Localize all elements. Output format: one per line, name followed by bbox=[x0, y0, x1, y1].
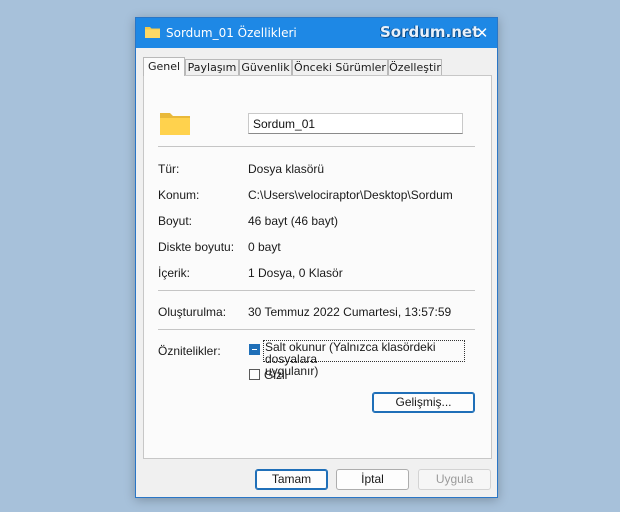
created-value: 30 Temmuz 2022 Cumartesi, 13:57:59 bbox=[248, 305, 452, 319]
size-value: 46 bayt (46 bayt) bbox=[248, 214, 339, 228]
cancel-button[interactable]: İptal bbox=[336, 469, 409, 490]
attributes-label: Öznitelikler: bbox=[158, 344, 221, 358]
type-label: Tür: bbox=[158, 162, 180, 176]
separator bbox=[158, 290, 475, 291]
title-bar[interactable]: Sordum_01 Özellikleri Sordum.net ✕ bbox=[136, 18, 497, 48]
ok-button[interactable]: Tamam bbox=[255, 469, 328, 490]
close-icon: ✕ bbox=[475, 24, 489, 42]
folder-icon bbox=[145, 27, 160, 38]
separator bbox=[158, 146, 475, 147]
size-on-disk-value: 0 bayt bbox=[248, 240, 281, 254]
properties-dialog: Sordum_01 Özellikleri Sordum.net ✕ Genel… bbox=[135, 17, 498, 498]
folder-name-input[interactable] bbox=[248, 113, 463, 134]
general-panel: Tür: Dosya klasörü Konum: C:\Users\veloc… bbox=[143, 75, 492, 459]
location-label: Konum: bbox=[158, 188, 200, 202]
created-label: Oluşturulma: bbox=[158, 305, 227, 319]
readonly-label[interactable]: Salt okunur (Yalnızca klasördeki dosyala… bbox=[263, 340, 465, 377]
readonly-label-line2: uygulanır) bbox=[265, 364, 319, 378]
size-label: Boyut: bbox=[158, 214, 193, 228]
tab-onceki-surumler[interactable]: Önceki Sürümler bbox=[292, 59, 388, 75]
hidden-label[interactable]: Gizli bbox=[264, 369, 287, 381]
folder-icon bbox=[160, 113, 190, 135]
close-button[interactable]: ✕ bbox=[471, 22, 493, 44]
location-value: C:\Users\velociraptor\Desktop\Sordum bbox=[248, 188, 453, 202]
tab-strip: Genel Paylaşım Güvenlik Önceki Sürümler … bbox=[143, 57, 493, 76]
readonly-checkbox[interactable] bbox=[249, 344, 260, 355]
contents-value: 1 Dosya, 0 Klasör bbox=[248, 266, 343, 280]
advanced-button[interactable]: Gelişmiş... bbox=[372, 392, 475, 413]
tab-genel[interactable]: Genel bbox=[143, 57, 185, 76]
window-title: Sordum_01 Özellikleri bbox=[166, 26, 297, 40]
type-value: Dosya klasörü bbox=[248, 162, 325, 176]
separator bbox=[158, 329, 475, 330]
tab-paylasim[interactable]: Paylaşım bbox=[185, 59, 239, 75]
tab-ozellestir[interactable]: Özelleştir bbox=[388, 59, 442, 75]
hidden-checkbox[interactable] bbox=[249, 369, 260, 380]
tab-guvenlik[interactable]: Güvenlik bbox=[239, 59, 292, 75]
watermark: Sordum.net bbox=[380, 23, 480, 41]
apply-button: Uygula bbox=[418, 469, 491, 490]
readonly-label-line1: Salt okunur (Yalnızca klasördeki dosyala… bbox=[265, 340, 436, 366]
size-on-disk-label: Diskte boyutu: bbox=[158, 240, 235, 254]
contents-label: İçerik: bbox=[158, 266, 191, 280]
